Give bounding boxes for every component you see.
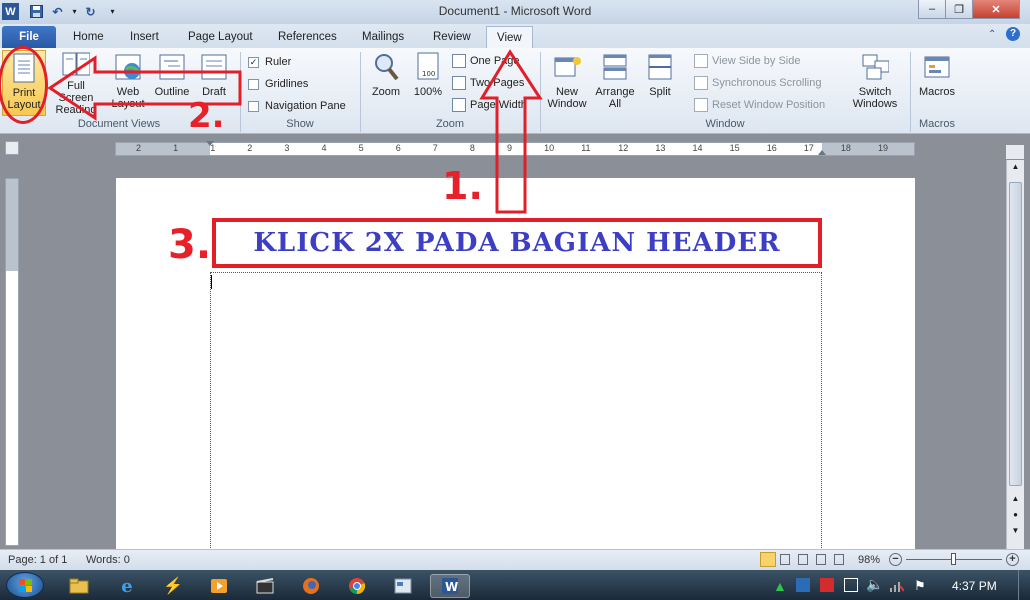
header-instruction-text: KLICK 2X PADA BAGIAN HEADER [253, 228, 781, 258]
arrow-to-view-tab [479, 49, 543, 214]
step-3-label: 3. [168, 222, 212, 268]
header-instruction-callout: KLICK 2X PADA BAGIAN HEADER [212, 218, 822, 268]
annotation-arrows [47, 49, 543, 214]
step-1-label: 1. [442, 164, 483, 208]
step-2-label: 2. [188, 96, 225, 136]
